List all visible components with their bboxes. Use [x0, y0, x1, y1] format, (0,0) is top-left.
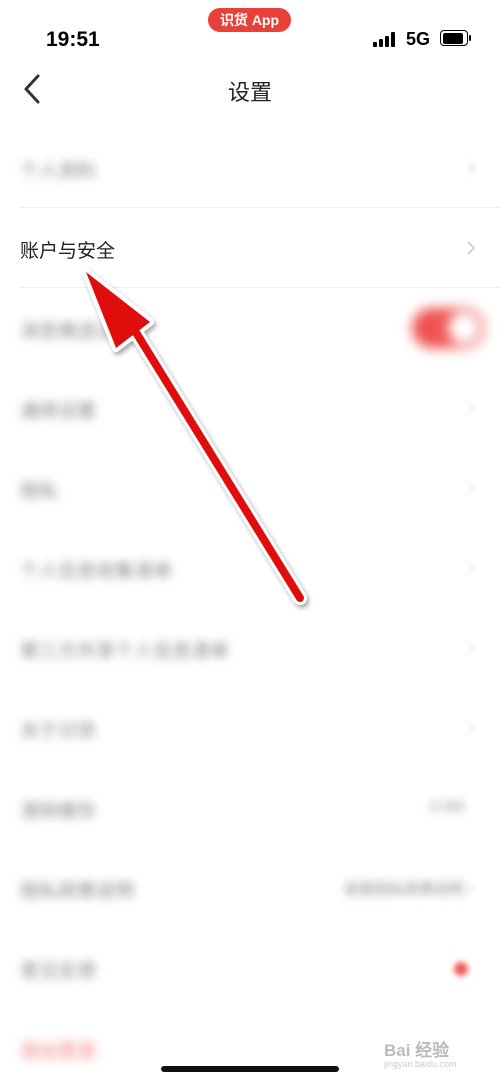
nav-bar: 设置	[0, 60, 500, 120]
chevron-right-icon	[467, 881, 476, 895]
settings-row-label: 通用设置	[20, 401, 97, 422]
settings-row-label: 关于识货	[20, 721, 97, 742]
settings-row-label: 消息推送设置	[20, 321, 135, 342]
chevron-right-icon	[467, 641, 476, 655]
settings-row-label: 清除缓存	[20, 801, 97, 822]
settings-row-label: 个人资料	[20, 161, 97, 182]
settings-row-feedback[interactable]: 意见反馈	[0, 928, 500, 1008]
settings-row-label: 隐私	[20, 481, 59, 502]
chevron-right-icon	[467, 161, 476, 175]
chevron-right-icon	[467, 561, 476, 575]
app-name-pill[interactable]: 识货 App	[208, 8, 291, 32]
settings-row-profile[interactable]: 个人资料	[0, 128, 500, 208]
home-indicator[interactable]	[161, 1066, 339, 1072]
settings-row-label: 意见反馈	[20, 961, 97, 982]
status-bar: 19:51 识货 App 5G	[0, 0, 500, 60]
settings-row-label: 账户与安全	[20, 241, 116, 262]
chevron-right-icon	[467, 401, 476, 415]
settings-row-third-party[interactable]: 第三方共享个人信息清单	[0, 608, 500, 688]
chevron-right-icon	[467, 481, 476, 495]
cache-size-value: 0.0M	[430, 798, 464, 815]
status-time: 19:51	[46, 28, 100, 51]
settings-row-push: 消息推送设置	[0, 288, 500, 368]
settings-row-general[interactable]: 通用设置	[0, 368, 500, 448]
watermark-domain: jingyan.baidu.com	[384, 1059, 457, 1069]
push-toggle[interactable]	[412, 308, 484, 348]
watermark-brand: Bai 经验	[384, 1041, 450, 1060]
logout-label: 退出登录	[20, 1041, 97, 1062]
chevron-right-icon	[467, 241, 476, 255]
network-type: 5G	[406, 29, 431, 49]
settings-row-cache[interactable]: 清除缓存 0.0M	[0, 768, 500, 848]
settings-list: 个人资料 账户与安全 消息推送设置 通用设置 隐私 个人信息收集清单 第三方共享…	[0, 128, 500, 1088]
notification-dot	[454, 962, 468, 976]
settings-row-label: 个人信息收集清单	[20, 561, 173, 582]
settings-row-privacy[interactable]: 隐私	[0, 448, 500, 528]
settings-row-privacy-policy[interactable]: 隐私政策说明 查看隐私政策说明	[0, 848, 500, 928]
settings-row-label: 第三方共享个人信息清单	[20, 641, 230, 662]
privacy-policy-value: 查看隐私政策说明	[343, 881, 464, 898]
signal-icon	[373, 31, 401, 47]
page-title: 设置	[227, 80, 272, 105]
settings-row-account-security[interactable]: 账户与安全	[0, 208, 500, 288]
settings-row-info-list[interactable]: 个人信息收集清单	[0, 528, 500, 608]
watermark: Bai 经验 jingyan.baidu.com	[384, 1036, 457, 1069]
chevron-right-icon	[467, 721, 476, 735]
settings-row-about[interactable]: 关于识货	[0, 688, 500, 768]
settings-row-label: 隐私政策说明	[20, 881, 135, 902]
battery-icon	[440, 30, 471, 46]
